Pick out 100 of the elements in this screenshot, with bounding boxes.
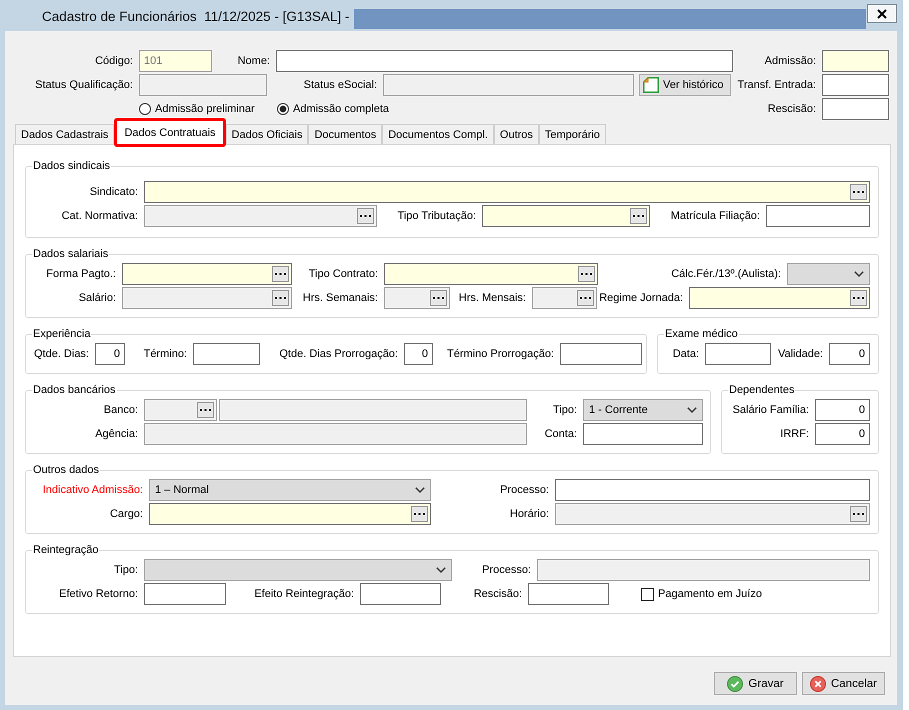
- field-label: Status eSocial:: [304, 78, 377, 92]
- field-label: Sindicato:: [90, 185, 138, 199]
- field-label: Banco:: [104, 403, 138, 417]
- text-field[interactable]: [583, 423, 703, 445]
- field-label: Horário:: [510, 507, 549, 521]
- field-label: Qtde. Dias:: [34, 347, 89, 361]
- history-button[interactable]: Ver histórico: [639, 74, 731, 96]
- lookup-field[interactable]: [149, 503, 431, 525]
- tab[interactable]: Dados Contratuais: [114, 118, 226, 147]
- lookup-button[interactable]: [272, 266, 289, 282]
- field-label: Tipo:: [552, 403, 577, 417]
- field-label: Agência:: [95, 427, 138, 441]
- dropdown[interactable]: 1 – Normal: [149, 479, 431, 501]
- tab[interactable]: Dados Cadastrais: [15, 124, 114, 144]
- text-field[interactable]: [822, 74, 889, 96]
- field-label: IRRF:: [780, 427, 809, 441]
- lookup-field[interactable]: [122, 263, 292, 285]
- field-label: Validade:: [778, 347, 823, 361]
- text-field[interactable]: 0: [404, 343, 433, 365]
- lookup-button[interactable]: [411, 506, 428, 522]
- field-label: Conta:: [544, 427, 577, 441]
- chevron-icon: [415, 487, 425, 493]
- field-label: Salário:: [78, 291, 116, 305]
- tab[interactable]: Temporário: [538, 124, 606, 144]
- tab[interactable]: Outros: [494, 124, 539, 144]
- field-label: Tipo Tributação:: [398, 209, 476, 223]
- lookup-field[interactable]: [482, 205, 650, 227]
- field-label: Processo:: [482, 563, 531, 577]
- text-field[interactable]: [528, 583, 609, 605]
- text-field[interactable]: [360, 583, 441, 605]
- field-label: Regime Jornada:: [599, 291, 683, 305]
- text-field[interactable]: [560, 343, 642, 365]
- field-label: Status Qualificação:: [35, 78, 133, 92]
- radio-button[interactable]: [277, 103, 289, 115]
- document-icon: [643, 77, 659, 93]
- lookup-button[interactable]: [578, 266, 595, 282]
- field-label: Código:: [95, 54, 133, 68]
- field-label: Cargo:: [110, 507, 143, 521]
- lookup-field[interactable]: [689, 287, 870, 309]
- checkbox-label: Pagamento em Juízo: [658, 587, 762, 601]
- field-label: Tipo Contrato:: [308, 267, 378, 281]
- lookup-button[interactable]: [630, 208, 647, 224]
- text-field[interactable]: 0: [829, 343, 870, 365]
- group-title: Exame médico: [664, 327, 739, 341]
- save-button[interactable]: Gravar: [714, 672, 797, 695]
- group-title: Dados sindicais: [32, 159, 112, 173]
- text-field[interactable]: [193, 343, 260, 365]
- chevron-icon: [436, 567, 446, 573]
- text-field[interactable]: 0: [95, 343, 125, 365]
- x-circle-icon: [810, 676, 826, 692]
- cancel-button[interactable]: Cancelar: [802, 672, 885, 695]
- field-label: Nome:: [238, 54, 270, 68]
- field-label: Rescisão:: [474, 587, 522, 601]
- text-field[interactable]: [555, 479, 870, 501]
- field-label: Matrícula Filiação:: [670, 209, 760, 223]
- text-field[interactable]: [822, 98, 889, 120]
- radio-label: Admissão completa: [293, 102, 389, 116]
- radio-button[interactable]: [139, 103, 151, 115]
- field-label: Salário Família:: [732, 403, 809, 417]
- group-title: Reintegração: [32, 543, 100, 557]
- group-title: Dependentes: [728, 383, 796, 397]
- text-field[interactable]: 0: [815, 423, 870, 445]
- field-label: Data:: [672, 347, 699, 361]
- check-circle-icon: [727, 676, 744, 692]
- field-label: Processo:: [500, 483, 549, 497]
- tab[interactable]: Dados Oficiais: [226, 124, 308, 144]
- field-label: Cálc.Fér./13º.(Aulista):: [671, 267, 781, 281]
- checkbox[interactable]: [641, 588, 654, 600]
- field-label: Transf. Entrada:: [738, 78, 816, 92]
- field-label: Cat. Normativa:: [62, 209, 138, 223]
- text-field[interactable]: [144, 583, 226, 605]
- chevron-icon: [854, 271, 864, 277]
- field-label: Efeito Reintegração:: [254, 587, 354, 601]
- field-label: Rescisão:: [768, 102, 816, 116]
- text-field[interactable]: [822, 50, 889, 72]
- lookup-button[interactable]: [850, 290, 867, 306]
- field-label: Forma Pagto.:: [46, 267, 116, 281]
- radio-label: Admissão preliminar: [155, 102, 255, 116]
- text-field[interactable]: [766, 205, 870, 227]
- dropdown[interactable]: 1 - Corrente: [583, 399, 703, 421]
- tab[interactable]: Documentos Compl.: [382, 124, 494, 144]
- text-field[interactable]: [276, 50, 733, 72]
- field-label: Término:: [144, 347, 187, 361]
- group-title: Experiência: [32, 327, 92, 341]
- group-title: Outros dados: [32, 463, 100, 477]
- lookup-field[interactable]: [384, 263, 598, 285]
- group-title: Dados bancários: [32, 383, 117, 397]
- field-label: Término Prorrogação:: [447, 347, 554, 361]
- close-button[interactable]: [867, 4, 897, 23]
- tab[interactable]: Documentos: [308, 124, 382, 144]
- field-label: Admissão:: [764, 54, 816, 68]
- group-title: Dados salariais: [32, 247, 110, 261]
- close-icon: [877, 8, 887, 18]
- field-label: Qtde. Dias Prorrogação:: [279, 347, 398, 361]
- lookup-button[interactable]: [850, 184, 867, 200]
- lookup-field[interactable]: [144, 181, 870, 203]
- field-label: Efetivo Retorno:: [59, 587, 138, 601]
- text-field[interactable]: 0: [815, 399, 870, 421]
- text-field[interactable]: [705, 343, 771, 365]
- field-label: Hrs. Semanais:: [302, 291, 378, 305]
